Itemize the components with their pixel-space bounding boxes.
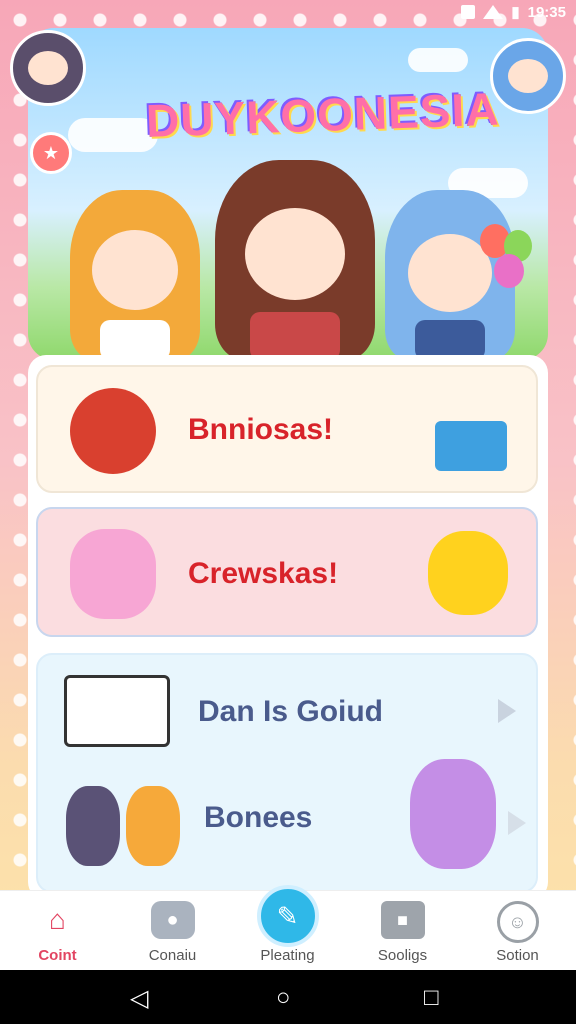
hero-characters	[30, 130, 550, 360]
profile-icon: ☺	[496, 901, 539, 943]
character-pink-icon	[58, 519, 168, 629]
recents-icon[interactable]: □	[424, 984, 439, 1012]
game-controller-icon: ●	[150, 901, 195, 939]
pen-icon: ✎	[256, 885, 319, 947]
characters-duo-icon	[58, 771, 188, 881]
open-book-icon	[62, 671, 172, 751]
character-blonde	[70, 190, 200, 360]
back-icon[interactable]: ◁	[130, 984, 148, 1013]
nav-conaiu[interactable]: ● Conaiu	[115, 891, 230, 971]
yellow-mascot-icon	[418, 523, 518, 623]
chevron-right-icon-2	[508, 811, 526, 835]
chevron-right-icon	[498, 699, 516, 723]
nav-label-5: Sotion	[496, 947, 539, 964]
nav-label-4: Sooligs	[377, 947, 428, 964]
avatar-left[interactable]	[10, 30, 86, 106]
nav-sotion[interactable]: ☺ Sotion	[460, 891, 575, 971]
menu-label-1: Bnniosas!	[188, 413, 334, 446]
balloons	[480, 224, 540, 314]
nav-pleating[interactable]: ✎ Pleating	[230, 885, 345, 971]
home-button-icon[interactable]: ○	[276, 984, 291, 1012]
menu-label-3: Dan Is Goiud	[198, 695, 384, 728]
character-brunette	[215, 160, 375, 360]
avatar-right[interactable]	[490, 38, 566, 114]
menu-label-4: Bonees	[204, 801, 313, 834]
menu-label-2: Crewskas!	[188, 557, 339, 590]
battery-icon: ▮	[511, 4, 520, 21]
book-box-icon	[428, 391, 514, 477]
menu-card-1[interactable]: Bnniosas!	[36, 365, 538, 493]
menu-card-2[interactable]: Crewskas!	[36, 507, 538, 637]
bottom-nav: ⌂ Coint ● Conaiu ✎ Pleating ■ Sooligs ☺ …	[0, 885, 576, 971]
system-nav-bar: ◁ ○ □	[0, 970, 576, 1024]
nav-sooligs[interactable]: ■ Sooligs	[345, 891, 460, 971]
home-icon: ⌂	[49, 904, 66, 935]
gift-box-icon: ■	[380, 901, 425, 939]
nav-coint[interactable]: ⌂ Coint	[0, 891, 115, 971]
menu-panel: Bnniosas! Crewskas! Dan Is Goiud Bonees	[28, 355, 548, 900]
signal-icon	[483, 5, 504, 19]
status-bar: ▮ 19:35	[0, 0, 576, 24]
status-icons: ▮ 19:35	[461, 3, 566, 21]
nav-label-1: Coint	[38, 947, 77, 964]
character-red-icon	[58, 377, 168, 485]
nav-label-3: Pleating	[260, 947, 315, 964]
menu-card-3[interactable]: Dan Is Goiud Bonees	[36, 653, 538, 893]
status-time: 19:35	[527, 3, 566, 21]
character-purple-icon	[398, 751, 508, 877]
nav-label-2: Conaiu	[148, 947, 197, 964]
notification-icon	[461, 5, 476, 19]
